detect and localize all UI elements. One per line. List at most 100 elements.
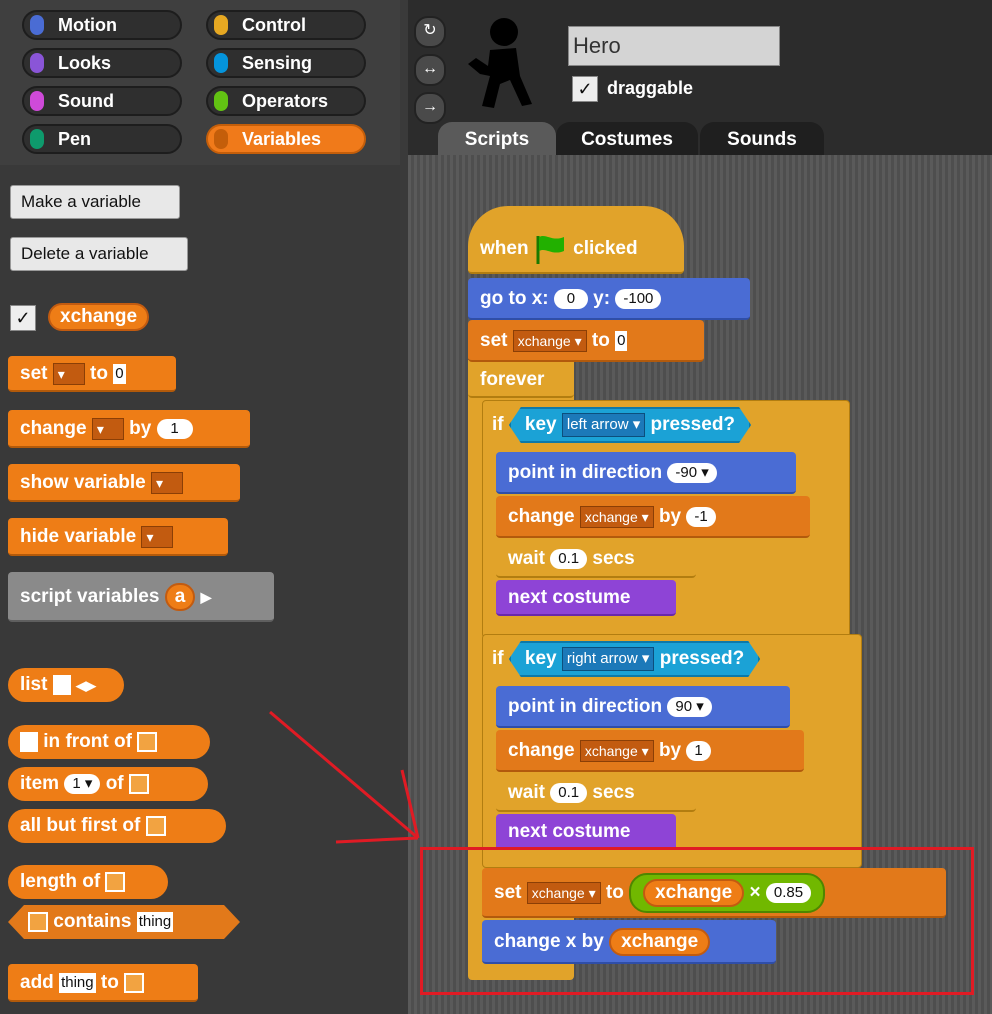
block-label: script variables — [20, 586, 160, 607]
block-label: wait — [508, 548, 545, 569]
value-slot[interactable]: -1 — [686, 506, 716, 527]
point-direction-block[interactable]: point in direction 90 ▾ — [496, 686, 790, 728]
script-var-slot[interactable]: a — [164, 583, 196, 611]
script-variables-block[interactable]: script variables a ▶ — [8, 572, 274, 622]
block-label: key — [524, 413, 557, 435]
when-flag-clicked-block[interactable]: when clicked — [468, 206, 684, 274]
set-variable-block[interactable]: set ▾ to 0 — [8, 356, 176, 392]
variable-dropdown[interactable]: ▾ — [150, 471, 183, 494]
next-costume-block[interactable]: next costume — [496, 814, 676, 850]
block-label: contains — [53, 911, 132, 932]
variable-dropdown[interactable]: ▾ — [141, 525, 174, 548]
draggable-checkbox[interactable]: ✓ — [572, 76, 598, 102]
value-slot[interactable]: 0.1 — [550, 548, 588, 569]
show-variable-block[interactable]: show variable ▾ — [8, 464, 240, 502]
category-label: Sound — [58, 91, 114, 111]
sensing-dot — [214, 53, 228, 73]
category-operators[interactable]: Operators — [206, 86, 366, 116]
tab-costumes[interactable]: Costumes — [556, 122, 698, 156]
thing-slot[interactable]: thing — [59, 972, 96, 993]
point-direction-block[interactable]: point in direction -90 ▾ — [496, 452, 796, 494]
tab-sounds[interactable]: Sounds — [700, 122, 824, 156]
y-slot[interactable]: -100 — [615, 288, 662, 309]
category-label: Control — [242, 15, 306, 35]
tab-scripts[interactable]: Scripts — [438, 122, 556, 156]
block-label: set — [480, 330, 508, 351]
block-label: to — [100, 972, 119, 993]
category-label: Pen — [58, 129, 92, 149]
key-dropdown-value: right arrow — [566, 649, 638, 667]
xchange-variable-reporter[interactable]: xchange — [48, 303, 150, 331]
list-icon[interactable] — [145, 815, 166, 836]
block-label: go to x: — [480, 288, 549, 309]
key-pressed-predicate[interactable]: key left arrow ▾ pressed? — [509, 407, 751, 443]
x-slot[interactable]: 0 — [553, 288, 588, 309]
sprite-name-input[interactable]: Hero — [568, 26, 780, 66]
category-label: Variables — [242, 129, 322, 149]
value-slot[interactable]: 0 — [113, 363, 126, 384]
category-sensing[interactable]: Sensing — [206, 48, 366, 78]
block-label: key — [524, 647, 557, 669]
value-slot[interactable]: 1 — [686, 740, 711, 761]
sound-dot — [30, 91, 44, 111]
block-label: list — [20, 674, 48, 695]
next-costume-block[interactable]: next costume — [496, 580, 676, 616]
arrows-icon[interactable]: ◀▶ — [76, 678, 96, 693]
change-xchange-block[interactable]: change xchange ▾ by 1 — [496, 730, 804, 772]
variable-dropdown[interactable]: ▾ — [52, 362, 85, 385]
in-front-of-block[interactable]: in front of — [8, 725, 210, 759]
hide-variable-block[interactable]: hide variable ▾ — [8, 518, 228, 556]
make-variable-button[interactable]: Make a variable — [10, 185, 180, 219]
delete-variable-button[interactable]: Delete a variable — [10, 237, 188, 271]
value-slot[interactable]: 0.1 — [550, 782, 588, 803]
index-slot[interactable]: 1 ▾ — [64, 773, 101, 794]
block-label: by — [658, 506, 682, 527]
category-motion[interactable]: Motion — [22, 10, 182, 40]
rotate-icon[interactable]: ↻ — [414, 16, 446, 48]
variable-dropdown-value: xchange — [584, 742, 638, 759]
no-rotate-icon[interactable]: → — [414, 92, 446, 124]
if-left-block[interactable]: if key left arrow ▾ pressed? — [482, 402, 848, 448]
value-slot[interactable]: 1 — [156, 418, 193, 439]
wait-block[interactable]: wait 0.1 secs — [496, 540, 696, 578]
variable-dropdown[interactable]: ▾ — [91, 417, 124, 440]
category-label: Looks — [58, 53, 112, 73]
variable-watcher-checkbox[interactable]: ✓ — [10, 305, 36, 331]
list-icon[interactable] — [128, 773, 149, 794]
add-to-list-block[interactable]: add thing to — [8, 964, 198, 1002]
list-icon[interactable] — [137, 731, 158, 752]
list-slot[interactable] — [52, 674, 71, 695]
length-of-block[interactable]: length of — [8, 865, 168, 899]
set-xchange-block[interactable]: set xchange ▾ to 0 — [468, 320, 704, 362]
go-to-xy-block[interactable]: go to x: 0 y: -100 — [468, 278, 750, 320]
key-pressed-predicate[interactable]: key right arrow ▾ pressed? — [509, 641, 760, 677]
category-pen[interactable]: Pen — [22, 124, 182, 154]
block-label: of — [105, 773, 124, 794]
all-but-first-block[interactable]: all but first of — [8, 809, 226, 843]
wait-block[interactable]: wait 0.1 secs — [496, 774, 696, 812]
arrow-right-icon[interactable]: ▶ — [201, 589, 212, 605]
block-label: by — [658, 740, 682, 761]
left-right-icon[interactable]: ↔ — [414, 54, 446, 86]
change-xchange-block[interactable]: change xchange ▾ by -1 — [496, 496, 810, 538]
contains-block[interactable]: contains thing — [8, 905, 240, 939]
item-slot[interactable] — [20, 731, 38, 752]
category-sound[interactable]: Sound — [22, 86, 182, 116]
item-of-block[interactable]: item 1 ▾ of — [8, 767, 208, 801]
highlight-box — [420, 847, 974, 995]
block-label: pressed? — [659, 647, 745, 669]
list-icon[interactable] — [105, 871, 126, 892]
category-variables[interactable]: Variables — [206, 124, 366, 154]
thing-slot[interactable]: thing — [137, 912, 174, 932]
list-icon[interactable] — [124, 972, 145, 993]
forever-block[interactable]: forever — [468, 362, 574, 398]
value-slot[interactable]: 0 — [615, 330, 628, 351]
green-flag-icon — [536, 235, 564, 264]
list-icon[interactable] — [28, 912, 48, 932]
change-variable-block[interactable]: change ▾ by 1 — [8, 410, 250, 448]
if-right-block[interactable]: if key right arrow ▾ pressed? — [482, 636, 848, 682]
category-looks[interactable]: Looks — [22, 48, 182, 78]
list-reporter-block[interactable]: list ◀▶ — [8, 668, 124, 702]
category-control[interactable]: Control — [206, 10, 366, 40]
block-label: point in direction — [508, 696, 663, 717]
